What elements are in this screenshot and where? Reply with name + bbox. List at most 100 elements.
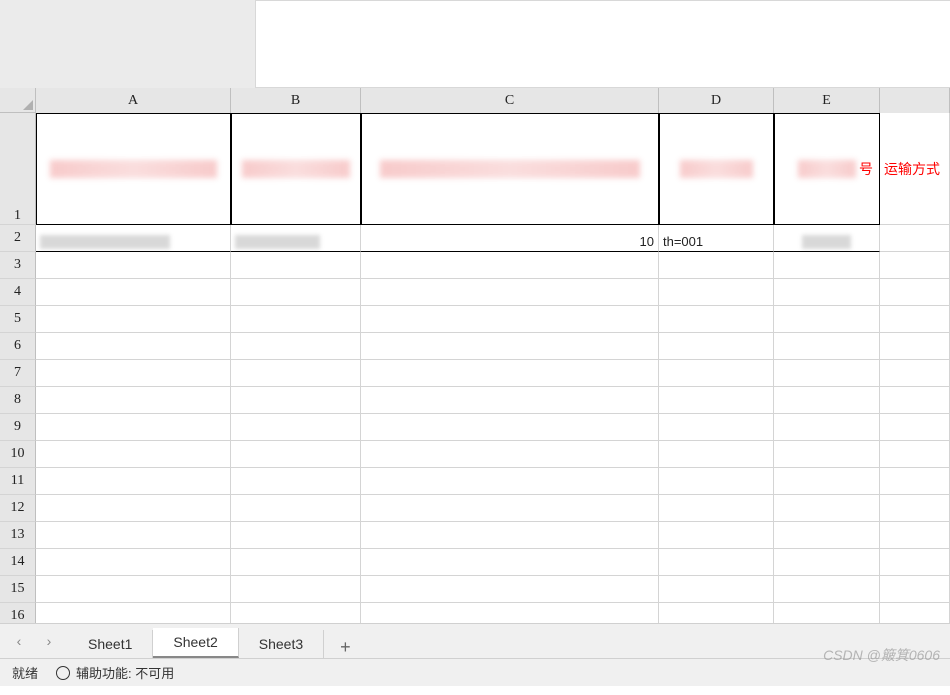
cell-D9[interactable]	[659, 414, 774, 441]
cell-D3[interactable]	[659, 252, 774, 279]
cell-E7[interactable]	[774, 360, 880, 387]
cell-F1[interactable]: 运输方式	[880, 113, 950, 225]
cell-C7[interactable]	[361, 360, 659, 387]
row-header-1[interactable]: 1	[0, 113, 36, 225]
cell-B4[interactable]	[231, 279, 361, 306]
cell-D12[interactable]	[659, 495, 774, 522]
cell-D10[interactable]	[659, 441, 774, 468]
tab-sheet1[interactable]: Sheet1	[68, 630, 153, 658]
row-header-11[interactable]: 11	[0, 468, 36, 495]
cell-C16[interactable]	[361, 603, 659, 623]
cell-D15[interactable]	[659, 576, 774, 603]
cell-E13[interactable]	[774, 522, 880, 549]
row-header-12[interactable]: 12	[0, 495, 36, 522]
row-header-7[interactable]: 7	[0, 360, 36, 387]
cell-D11[interactable]	[659, 468, 774, 495]
cell-C5[interactable]	[361, 306, 659, 333]
cell-C4[interactable]	[361, 279, 659, 306]
select-all-corner[interactable]	[0, 88, 36, 113]
cell-F13[interactable]	[880, 522, 950, 549]
cell-E16[interactable]	[774, 603, 880, 623]
cell-D16[interactable]	[659, 603, 774, 623]
cell-B12[interactable]	[231, 495, 361, 522]
col-header-D[interactable]: D	[659, 88, 774, 113]
cell-E12[interactable]	[774, 495, 880, 522]
cell-B7[interactable]	[231, 360, 361, 387]
cell-C1[interactable]	[361, 113, 659, 225]
cell-D2[interactable]: th=001	[659, 225, 774, 252]
cell-E6[interactable]	[774, 333, 880, 360]
cell-A11[interactable]	[36, 468, 231, 495]
cell-E5[interactable]	[774, 306, 880, 333]
cell-A5[interactable]	[36, 306, 231, 333]
cell-B14[interactable]	[231, 549, 361, 576]
cell-B16[interactable]	[231, 603, 361, 623]
cell-F2[interactable]	[880, 225, 950, 252]
col-header-B[interactable]: B	[231, 88, 361, 113]
cell-F10[interactable]	[880, 441, 950, 468]
cell-F8[interactable]	[880, 387, 950, 414]
cell-C14[interactable]	[361, 549, 659, 576]
cell-E1[interactable]: 号	[774, 113, 880, 225]
cell-D1[interactable]	[659, 113, 774, 225]
cell-D14[interactable]	[659, 549, 774, 576]
cell-D4[interactable]	[659, 279, 774, 306]
cell-F15[interactable]	[880, 576, 950, 603]
cell-A12[interactable]	[36, 495, 231, 522]
cell-E15[interactable]	[774, 576, 880, 603]
cell-B6[interactable]	[231, 333, 361, 360]
accessibility-status[interactable]: 辅助功能: 不可用	[56, 663, 174, 682]
cell-C8[interactable]	[361, 387, 659, 414]
prev-sheet-button[interactable]: ‹	[8, 630, 30, 652]
cell-C11[interactable]	[361, 468, 659, 495]
cell-B5[interactable]	[231, 306, 361, 333]
cell-C9[interactable]	[361, 414, 659, 441]
row-header-16[interactable]: 16	[0, 603, 36, 623]
cell-D7[interactable]	[659, 360, 774, 387]
cell-B15[interactable]	[231, 576, 361, 603]
cell-A4[interactable]	[36, 279, 231, 306]
cell-B1[interactable]	[231, 113, 361, 225]
cell-E2[interactable]	[774, 225, 880, 252]
cell-C2[interactable]: 10	[361, 225, 659, 252]
row-header-5[interactable]: 5	[0, 306, 36, 333]
cell-D13[interactable]	[659, 522, 774, 549]
cell-C15[interactable]	[361, 576, 659, 603]
cell-F14[interactable]	[880, 549, 950, 576]
next-sheet-button[interactable]: ›	[38, 630, 60, 652]
cell-E9[interactable]	[774, 414, 880, 441]
cell-A10[interactable]	[36, 441, 231, 468]
row-header-10[interactable]: 10	[0, 441, 36, 468]
cell-A2[interactable]	[36, 225, 231, 252]
col-header-C[interactable]: C	[361, 88, 659, 113]
cell-B11[interactable]	[231, 468, 361, 495]
row-header-6[interactable]: 6	[0, 333, 36, 360]
cell-B8[interactable]	[231, 387, 361, 414]
cell-F6[interactable]	[880, 333, 950, 360]
cell-F7[interactable]	[880, 360, 950, 387]
cell-B2[interactable]	[231, 225, 361, 252]
cell-A9[interactable]	[36, 414, 231, 441]
cell-C10[interactable]	[361, 441, 659, 468]
cell-D6[interactable]	[659, 333, 774, 360]
cell-C3[interactable]	[361, 252, 659, 279]
cell-A6[interactable]	[36, 333, 231, 360]
cell-F12[interactable]	[880, 495, 950, 522]
cell-A3[interactable]	[36, 252, 231, 279]
cell-A1[interactable]	[36, 113, 231, 225]
cell-B3[interactable]	[231, 252, 361, 279]
spreadsheet-grid[interactable]: 1 号 运输方式 2 10 th=001 3 4	[0, 113, 950, 623]
cell-B13[interactable]	[231, 522, 361, 549]
cell-C12[interactable]	[361, 495, 659, 522]
row-header-3[interactable]: 3	[0, 252, 36, 279]
cell-A13[interactable]	[36, 522, 231, 549]
cell-C6[interactable]	[361, 333, 659, 360]
formula-bar[interactable]	[255, 0, 950, 88]
row-header-9[interactable]: 9	[0, 414, 36, 441]
cell-B9[interactable]	[231, 414, 361, 441]
add-sheet-button[interactable]: +	[324, 637, 367, 658]
cell-F9[interactable]	[880, 414, 950, 441]
row-header-8[interactable]: 8	[0, 387, 36, 414]
cell-A7[interactable]	[36, 360, 231, 387]
cell-E8[interactable]	[774, 387, 880, 414]
